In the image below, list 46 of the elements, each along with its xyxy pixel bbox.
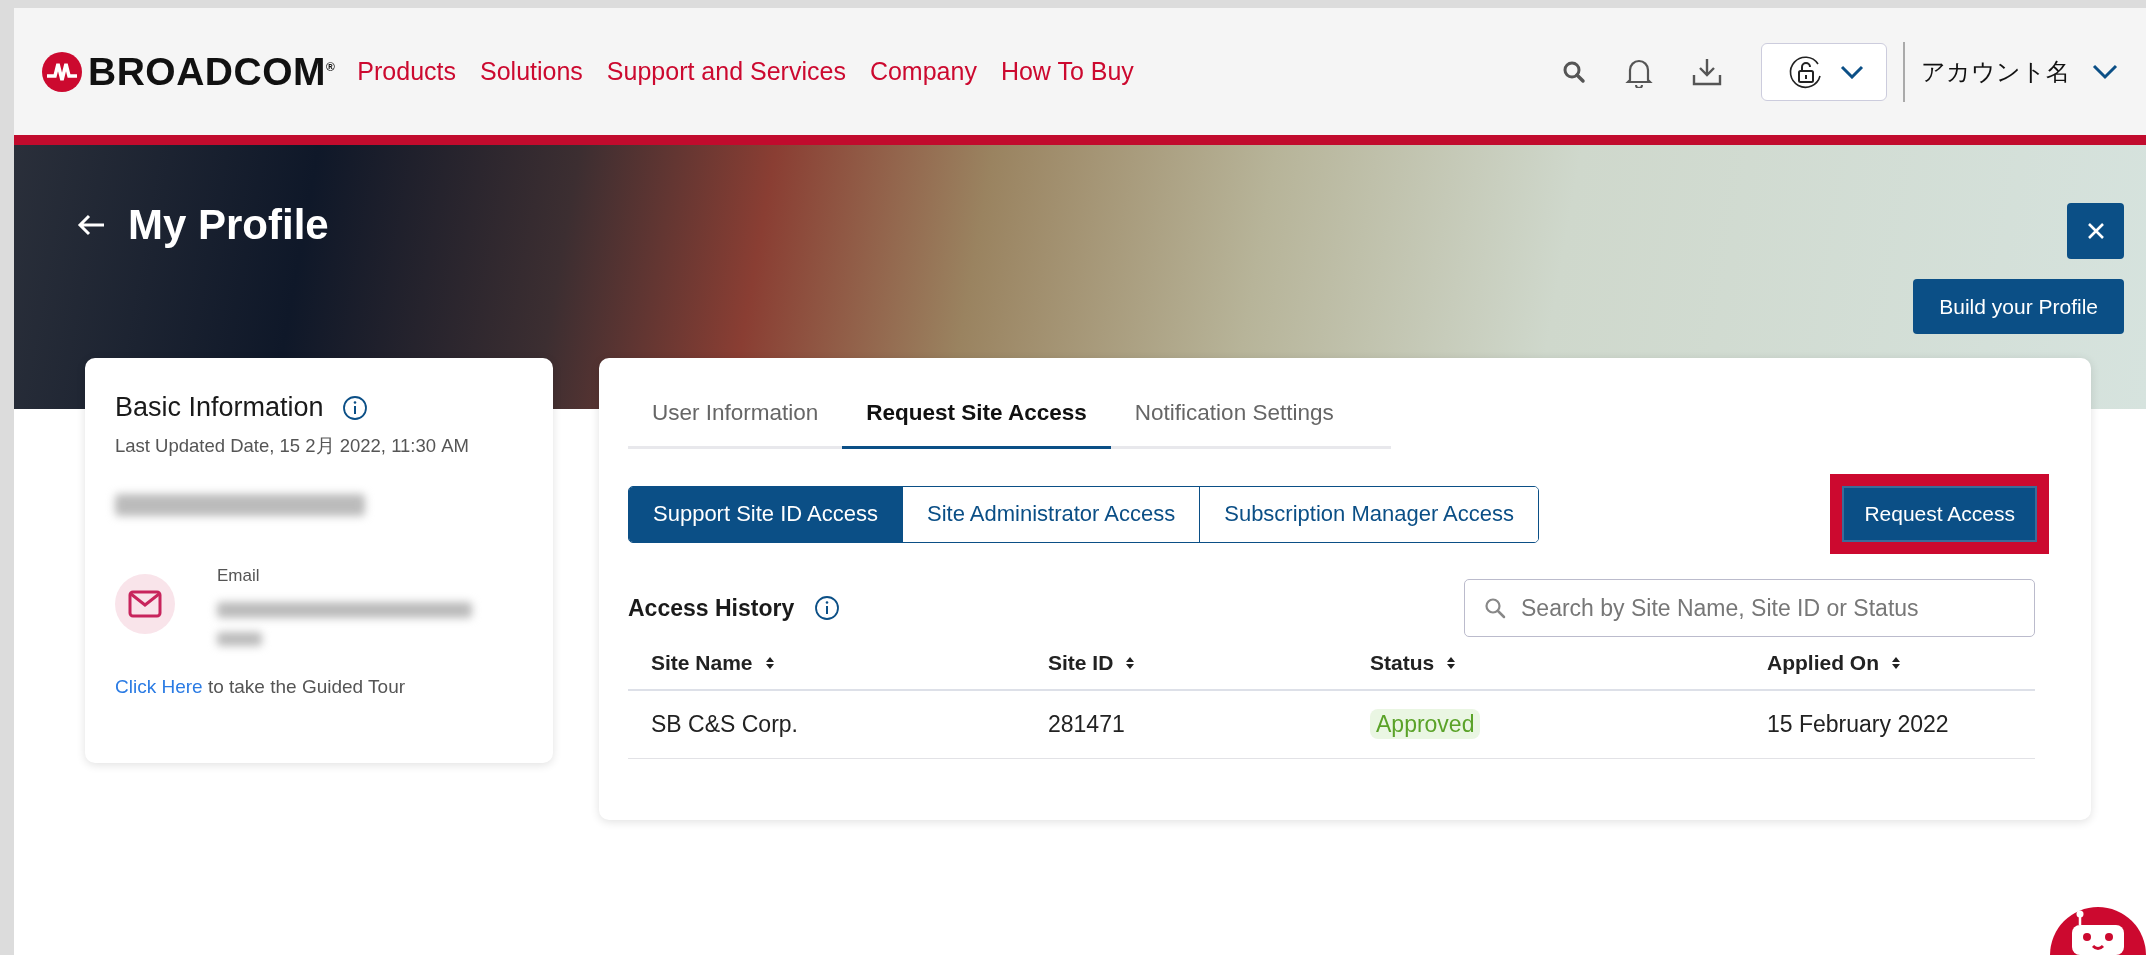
section-title: Access History bbox=[628, 594, 795, 622]
chevron-icon bbox=[1840, 64, 1864, 79]
table-cell-text: 281471 bbox=[1048, 711, 1126, 738]
tab[interactable]: Notification Settings bbox=[1110, 384, 1358, 449]
lock-menu-button[interactable] bbox=[1761, 42, 1887, 101]
sort-icon[interactable] bbox=[1125, 656, 1136, 670]
info-icon[interactable] bbox=[341, 394, 368, 421]
nav-link[interactable]: How To Buy bbox=[1000, 57, 1134, 86]
tab[interactable]: Request Site Access bbox=[842, 384, 1111, 449]
close-button[interactable] bbox=[2067, 203, 2124, 259]
sort-icon[interactable] bbox=[1891, 656, 1901, 670]
tab[interactable]: User Information bbox=[628, 384, 843, 449]
info-icon[interactable] bbox=[814, 595, 841, 621]
status-badge: Approved bbox=[1370, 709, 1481, 739]
download-icon[interactable] bbox=[1691, 56, 1723, 87]
request-access-button[interactable]: Request Access bbox=[1842, 486, 2037, 542]
nav-link[interactable]: Company bbox=[869, 57, 977, 86]
column-header[interactable]: Site ID bbox=[1048, 651, 1114, 675]
email-label: Email bbox=[217, 566, 261, 586]
nav-link[interactable]: Support and Services bbox=[606, 57, 846, 86]
chevron-icon bbox=[2092, 63, 2118, 80]
close-icon bbox=[2085, 221, 2106, 241]
back-arrow-icon[interactable] bbox=[76, 213, 106, 237]
sort-icon[interactable] bbox=[1446, 656, 1457, 670]
search-icon bbox=[1484, 597, 1506, 619]
sort-icon[interactable] bbox=[764, 656, 775, 670]
guided-tour-text: Click Here to take the Guided Tour bbox=[115, 676, 407, 698]
column-header[interactable]: Applied On bbox=[1767, 651, 1879, 675]
table-cell-text: 15 February 2022 bbox=[1767, 711, 1950, 738]
table-cell-text: SB C&S Corp. bbox=[651, 711, 799, 738]
logo-text: BROADCOM$^{®}$ bbox=[88, 49, 336, 94]
page-title: My Profile bbox=[128, 201, 329, 249]
build-profile-button[interactable]: Build your Profile bbox=[1913, 279, 2124, 334]
click-here-link[interactable]: Click Here bbox=[115, 676, 203, 697]
column-header[interactable]: Site Name bbox=[651, 651, 753, 675]
email-icon bbox=[115, 574, 175, 634]
nav-link[interactable]: Products bbox=[357, 57, 456, 86]
logo-icon bbox=[42, 51, 82, 92]
column-header[interactable]: Status bbox=[1370, 651, 1435, 675]
segment-button[interactable]: Support Site ID Access bbox=[629, 486, 902, 542]
nav-link[interactable]: Solutions bbox=[480, 57, 583, 86]
search-field[interactable]: Search by Site Name, Site ID or Status bbox=[1464, 579, 2035, 637]
last-updated-text: Last Updated Date, 15 2月 2022, 11:30 AM bbox=[115, 434, 470, 458]
card-title: Basic Information bbox=[115, 392, 324, 423]
account-menu[interactable]: アカウント名 bbox=[1921, 55, 2118, 88]
segment-button[interactable]: Subscription Manager Access bbox=[1199, 486, 1539, 542]
